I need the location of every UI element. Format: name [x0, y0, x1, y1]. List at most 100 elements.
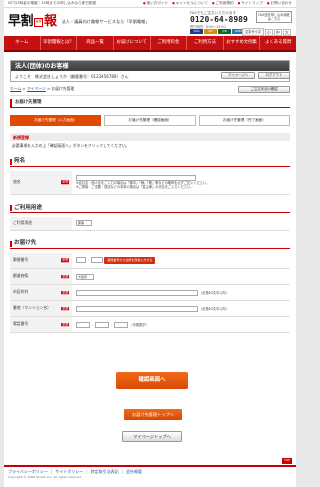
step-input: お届け先管理（入力画面） — [10, 115, 102, 126]
new-registration-heading: 新規登録 — [10, 133, 290, 141]
nav-item-delivery[interactable]: お届けについて — [114, 36, 151, 50]
utility-link-cancel[interactable]: キャンセルについて — [172, 1, 208, 6]
font-size-label: 文字サイズ — [242, 28, 264, 36]
top-notice: NTT/J3時金の電報｜19時までの申し込みなら即日配達 — [8, 1, 97, 6]
footer-link-privacy[interactable]: プライバシーポリシー — [8, 469, 48, 474]
address-management-top-button[interactable]: お届け先管理トップへ — [124, 409, 182, 420]
phone-line-input[interactable] — [114, 321, 129, 328]
utility-link-guide[interactable]: 使い方ガイド — [143, 1, 169, 6]
confirm-button-label: 確認画面へ — [138, 377, 166, 384]
footer-link-site-policy[interactable]: サイトポリシー — [51, 469, 83, 474]
step-complete: お届け先管理（完了画面） — [198, 115, 290, 126]
nav-item-home[interactable]: ホーム — [4, 36, 41, 50]
address-management-top-label: お届け先管理トップへ — [132, 411, 174, 417]
logo-main: 早割 — [8, 13, 34, 29]
city-hint: （全角50文字以内） — [199, 290, 229, 295]
nav-item-about[interactable]: 早割電報とは？ — [41, 36, 78, 50]
breadcrumb: ホーム > マイページ > お届け先管理 — [10, 86, 75, 92]
breadcrumb-home[interactable]: ホーム — [10, 86, 21, 91]
usage-field-label: ご利用用途 — [10, 217, 72, 231]
nav-item-howto[interactable]: ご利用方法 — [187, 36, 224, 50]
breadcrumb-mypage[interactable]: マイページ — [27, 86, 46, 91]
card-brands: VISA MC JCB AMEX — [190, 29, 245, 34]
mypage-button[interactable]: マイページへ — [221, 72, 255, 79]
site-header: 早割 電報 報 法人・議員向け電報サービスなら「早割電報」 FAXでもご注文いた… — [4, 8, 296, 36]
utility-links: 使い方ガイド キャンセルについて ご利用規約 サイトマップ お問い合わせ — [143, 1, 292, 6]
zip-first-input[interactable] — [76, 257, 86, 264]
member-box-body: ようこそ 株式会社しょうか（顧客番号：0123456789）さん マイページへ … — [11, 71, 290, 81]
zip-second-input[interactable] — [91, 257, 104, 264]
font-size-large-button[interactable]: 大 — [282, 28, 291, 36]
nav-item-products[interactable]: 商品一覧 — [77, 36, 114, 50]
usage-form-table: ご利用用途 慶事 — [10, 217, 290, 231]
copyright: Copyright © 2008 Shokai Inc. All rights … — [8, 475, 82, 479]
welcome-text: ようこそ 株式会社しょうか（顧客番号：0123456789）さん — [15, 73, 129, 79]
site-footer: プライバシーポリシー サイトポリシー 特定取引法表記 会社概要 Copyrigh… — [4, 465, 296, 482]
nav-item-faq[interactable]: よくある質問 — [260, 36, 296, 50]
footer-link-company[interactable]: 会社概要 — [122, 469, 142, 474]
instruction-body: 必要事項を入力の上「確認画面へ」ボタンをクリックしてください。 — [12, 143, 130, 148]
instruction-text: 必要事項を入力の上「確認画面へ」ボタンをクリックしてください。 — [12, 143, 288, 149]
zip-field-label: 郵便番号 必須 — [10, 252, 72, 270]
order-status-label: ご注文状況の確認 — [250, 87, 278, 92]
page: NTT/J3時金の電報｜19時までの申し込みなら即日配達 使い方ガイド キャンセ… — [4, 0, 296, 487]
footer-link-tokushoho[interactable]: 特定取引法表記 — [86, 469, 119, 474]
section-heading-name: 宛名 — [10, 158, 290, 167]
order-status-button[interactable]: ご注文状況の確認 — [238, 86, 290, 93]
phone-number[interactable]: 0120-64-8989 — [190, 15, 252, 25]
font-size-small-button[interactable]: 小 — [264, 28, 273, 36]
required-badge: 必須 — [61, 179, 69, 185]
site-logo[interactable]: 早割 電報 報 — [8, 14, 57, 30]
nav-item-pricing[interactable]: ご利用料金 — [151, 36, 188, 50]
confirm-button[interactable]: 確認画面へ — [116, 372, 188, 389]
font-size-medium-button[interactable]: 中 — [273, 28, 282, 36]
address-form-table: 郵便番号 必須 - 郵便番号から住所を自動入力する 都道府県 必須 大阪府 市区… — [10, 252, 290, 334]
required-badge: 必須 — [61, 321, 69, 327]
phone-area-input[interactable] — [76, 321, 90, 328]
utility-link-terms[interactable]: ご利用規約 — [212, 1, 234, 6]
logo-accent: 報 — [44, 13, 57, 29]
font-size-switcher: 文字サイズ 小 中 大 — [242, 28, 291, 36]
logout-button-label: ログアウト — [265, 73, 283, 78]
section-heading-usage: ご利用用途 — [10, 204, 290, 214]
address-line-field-label: 番地（マンション名） 必須 — [10, 300, 72, 318]
contact-block: FAXでもご注文いただけます 0120-64-8989 受付時間：8:00〜19… — [190, 11, 252, 29]
phone-field-label: 電話番号 必須 — [10, 316, 72, 334]
member-box-title: 法人(団体)のお客様 — [11, 61, 289, 71]
usage-select[interactable]: 慶事 — [76, 220, 92, 227]
utility-link-contact[interactable]: お問い合わせ — [267, 1, 292, 6]
phone-hint: （半角数字） — [129, 322, 149, 327]
address-line-hint: （全角50文字以内） — [199, 306, 229, 311]
nav-item-examples[interactable]: おすすめ文例集 — [224, 36, 261, 50]
mypage-top-label: マイページトップへ — [133, 433, 171, 439]
step-confirm: お届け先管理（確認画面） — [104, 115, 196, 126]
name-form-table: 宛名 必須 ※会社名・個人名をご入力の場合は「御中」「様」「殿」等などの敬称を必… — [10, 170, 290, 196]
mypage-top-button[interactable]: マイページトップへ — [122, 431, 182, 442]
step-indicator: お届け先管理（入力画面） お届け先管理（確認画面） お届け先管理（完了画面） — [10, 115, 290, 126]
city-input[interactable] — [76, 289, 198, 296]
card-visa-icon: VISA — [190, 29, 203, 34]
phone-exchange-input[interactable] — [95, 321, 110, 328]
mypage-button-label: マイページへ — [227, 73, 249, 78]
member-box: 法人(団体)のお客様 ようこそ 株式会社しょうか（顧客番号：0123456789… — [10, 60, 290, 82]
prefecture-select[interactable]: 大阪府 — [76, 273, 94, 280]
fax-form-link[interactable]: FAX送信申し込み用紙はこちら — [256, 11, 292, 23]
breadcrumb-row: ホーム > マイページ > お届け先管理 ご注文状況の確認 — [10, 84, 290, 96]
logo-stamp: 電報 — [34, 17, 44, 27]
address-line-input[interactable] — [76, 305, 198, 312]
footer-links: プライバシーポリシー サイトポリシー 特定取引法表記 会社概要 — [8, 469, 292, 474]
utility-link-sitemap[interactable]: サイトマップ — [238, 1, 263, 6]
city-field-label: 市区町村 必須 — [10, 284, 72, 302]
breadcrumb-current: お届け先管理 — [51, 86, 75, 92]
card-jcb-icon: JCB — [218, 29, 231, 34]
zip-autofill-button[interactable]: 郵便番号から住所を自動入力する — [104, 256, 156, 264]
required-badge: 必須 — [61, 273, 69, 279]
top-bar: NTT/J3時金の電報｜19時までの申し込みなら即日配達 使い方ガイド キャンセ… — [4, 0, 296, 8]
logout-button[interactable]: ログアウト — [258, 72, 290, 79]
page-title: お届け先管理 — [10, 99, 290, 108]
tagline: 法人・議員向け電報サービスなら「早割電報」 — [61, 19, 150, 25]
required-badge: 必須 — [61, 289, 69, 295]
page-top-button[interactable]: TOP — [282, 458, 292, 464]
card-master-icon: MC — [204, 29, 217, 34]
nav-underline — [4, 50, 296, 52]
